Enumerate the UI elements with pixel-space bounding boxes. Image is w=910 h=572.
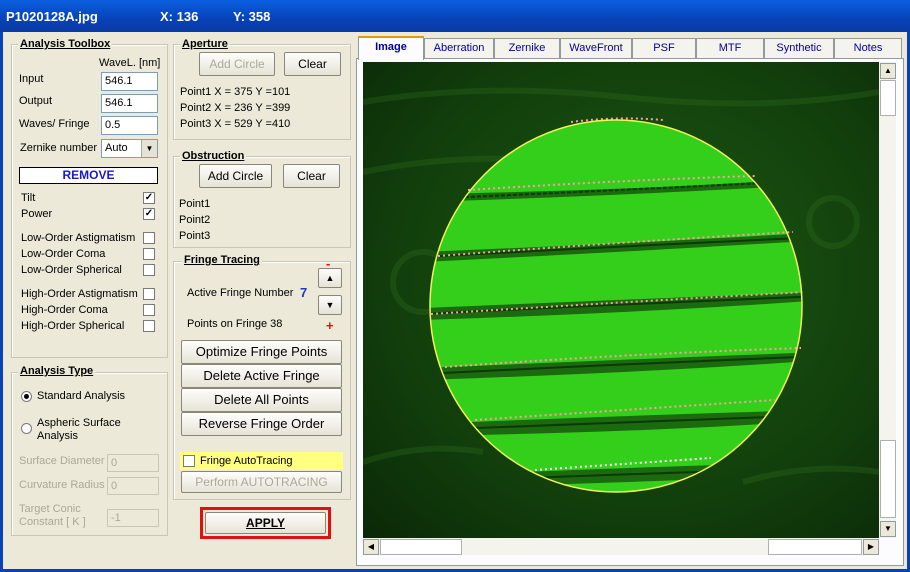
horizontal-scroll-track-light (380, 539, 462, 555)
scroll-up-button[interactable]: ▲ (880, 63, 896, 79)
arrow-right-icon: ▶ (867, 542, 875, 551)
aperture-point3: Point3 X = 529 Y =410 (180, 118, 291, 130)
arrow-down-icon: ▼ (325, 300, 335, 310)
zernike-number-value: Auto (105, 142, 128, 154)
input-label: Input (19, 73, 44, 85)
active-fringe-value: 7 (300, 285, 308, 300)
obstruction-point3: Point3 (179, 230, 211, 242)
active-fringe-label: Active Fringe Number (187, 287, 294, 299)
term-label-power: Power (21, 208, 53, 220)
target-conic-field[interactable]: -1 (107, 509, 159, 527)
standard-analysis-radio[interactable] (21, 391, 32, 402)
surface-diameter-label: Surface Diameter (19, 455, 105, 467)
apply-button[interactable]: APPLY (205, 512, 326, 534)
obstruction-title: Obstruction (180, 150, 247, 162)
chevron-down-icon[interactable]: ▼ (141, 140, 157, 157)
fringe-autotracing-label: Fringe AutoTracing (200, 455, 293, 467)
tab-image[interactable]: Image (358, 36, 424, 60)
fringe-plus-marker: + (326, 318, 334, 333)
tab-wavefront[interactable]: WaveFront (560, 38, 632, 58)
reverse-fringe-order-button[interactable]: Reverse Fringe Order (181, 412, 342, 436)
tab-zernike[interactable]: Zernike (494, 38, 560, 58)
aperture-title: Aperture (180, 38, 230, 50)
aperture-point2: Point2 X = 236 Y =399 (180, 102, 291, 114)
points-on-fringe-label: Points on Fringe 38 (187, 318, 283, 330)
aperture-point1: Point1 X = 375 Y =101 (180, 86, 291, 98)
delete-active-fringe-button[interactable]: Delete Active Fringe (181, 364, 342, 388)
zernike-number-select[interactable]: Auto ▼ (101, 139, 158, 158)
standard-analysis-label: Standard Analysis (37, 390, 126, 402)
waves-per-fringe-field[interactable]: 0.5 (101, 116, 158, 135)
output-wavelength-field[interactable]: 546.1 (101, 94, 158, 113)
interferogram-svg (363, 62, 879, 538)
title-bar: P1020128A.jpg X: 136 Y: 358 (0, 0, 910, 32)
obstruction-clear-button[interactable]: Clear (283, 164, 340, 188)
tab-mtf[interactable]: MTF (696, 38, 764, 58)
surface-diameter-field[interactable]: 0 (107, 454, 159, 472)
aspheric-analysis-label-1: Aspheric Surface (37, 417, 121, 429)
arrow-up-icon: ▲ (325, 273, 335, 283)
checkbox-high-astigmatism[interactable] (143, 288, 155, 300)
term-label-low-coma: Low-Order Coma (21, 248, 106, 260)
remove-button[interactable]: REMOVE (19, 167, 158, 184)
term-label-high-astigmatism: High-Order Astigmatism (21, 288, 138, 300)
arrow-down-icon: ▼ (884, 524, 892, 533)
vertical-scroll-track-light (880, 440, 896, 518)
arrow-left-icon: ◀ (367, 542, 375, 551)
checkbox-low-astigmatism[interactable] (143, 232, 155, 244)
scroll-down-button[interactable]: ▼ (880, 521, 896, 537)
obstruction-point1: Point1 (179, 198, 211, 210)
optimize-fringe-points-button[interactable]: Optimize Fringe Points (181, 340, 342, 364)
term-label-tilt: Tilt (21, 192, 36, 204)
term-label-low-spherical: Low-Order Spherical (21, 264, 122, 276)
term-label-high-coma: High-Order Coma (21, 304, 108, 316)
fringe-up-button[interactable]: ▲ (318, 268, 342, 288)
zernike-number-label: Zernike number (20, 142, 98, 154)
curvature-radius-label: Curvature Radius (19, 479, 105, 491)
term-label-low-astigmatism: Low-Order Astigmatism (21, 232, 136, 244)
aperture-add-circle-button[interactable]: Add Circle (199, 52, 275, 76)
tab-psf[interactable]: PSF (632, 38, 696, 58)
tab-notes[interactable]: Notes (834, 38, 902, 58)
analysis-type-title: Analysis Type (18, 365, 96, 377)
horizontal-scroll-thumb[interactable] (768, 539, 862, 555)
analysis-toolbox-title: Analysis Toolbox (18, 38, 113, 50)
fringe-tracing-title: Fringe Tracing (182, 254, 262, 266)
fringe-autotracing-checkbox[interactable] (183, 455, 195, 467)
checkbox-low-spherical[interactable] (143, 264, 155, 276)
output-label: Output (19, 95, 53, 107)
checkbox-low-coma[interactable] (143, 248, 155, 260)
delete-all-points-button[interactable]: Delete All Points (181, 388, 342, 412)
vertical-scroll-thumb[interactable] (880, 80, 896, 116)
aspheric-analysis-label-2: Analysis (37, 430, 78, 442)
scroll-right-button[interactable]: ▶ (863, 539, 879, 555)
tab-synthetic[interactable]: Synthetic (764, 38, 834, 58)
input-wavelength-field[interactable]: 546.1 (101, 72, 158, 91)
term-label-high-spherical: High-Order Spherical (21, 320, 125, 332)
checkbox-tilt[interactable]: ✓ (143, 192, 155, 204)
wavelength-header: WaveL. [nm] (99, 57, 161, 69)
checkbox-power[interactable]: ✓ (143, 208, 155, 220)
interferogram-image[interactable] (363, 62, 879, 538)
obstruction-point2: Point2 (179, 214, 211, 226)
target-conic-label-1: Target Conic (19, 503, 81, 515)
checkbox-high-coma[interactable] (143, 304, 155, 316)
window-title: P1020128A.jpg (6, 9, 98, 24)
tab-aberration[interactable]: Aberration (424, 38, 494, 58)
scroll-left-button[interactable]: ◀ (363, 539, 379, 555)
checkbox-high-spherical[interactable] (143, 320, 155, 332)
perform-autotracing-button[interactable]: Perform AUTOTRACING (181, 471, 342, 493)
aperture-clear-button[interactable]: Clear (284, 52, 341, 76)
y-coordinate-readout: Y: 358 (233, 9, 271, 24)
fringe-down-button[interactable]: ▼ (318, 295, 342, 315)
waves-per-fringe-label: Waves/ Fringe (19, 118, 90, 130)
curvature-radius-field[interactable]: 0 (107, 477, 159, 495)
target-conic-label-2: Constant [ K ] (19, 516, 86, 528)
aspheric-analysis-radio[interactable] (21, 423, 32, 434)
arrow-up-icon: ▲ (884, 66, 892, 75)
x-coordinate-readout: X: 136 (160, 9, 199, 24)
obstruction-add-circle-button[interactable]: Add Circle (199, 164, 272, 188)
